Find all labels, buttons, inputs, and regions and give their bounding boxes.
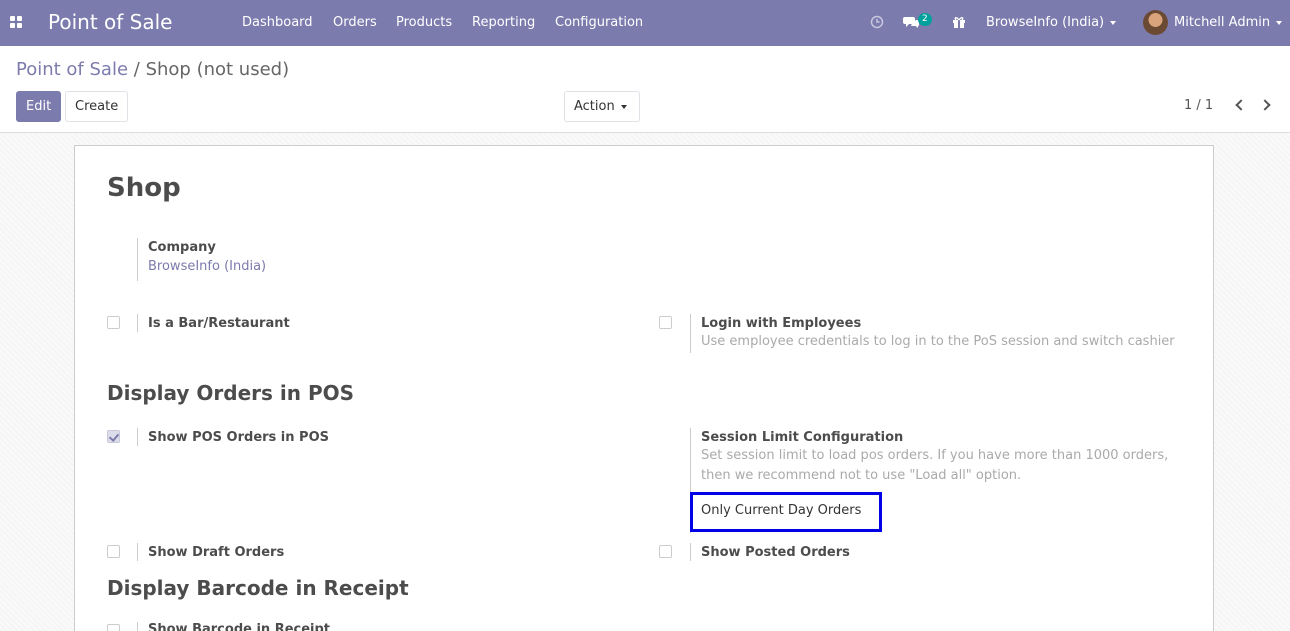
company-switcher[interactable]: BrowseInfo (India) bbox=[986, 15, 1117, 30]
field-divider bbox=[690, 543, 691, 561]
company-value-link[interactable]: BrowseInfo (India) bbox=[148, 259, 266, 274]
show-posted-orders-checkbox[interactable] bbox=[659, 545, 672, 558]
clock-icon[interactable] bbox=[870, 15, 884, 29]
pager-previous-button[interactable] bbox=[1233, 97, 1247, 113]
session-limit-help-line2: then we recommend not to use "Load all" … bbox=[701, 468, 1022, 483]
pager-value[interactable]: 1 / 1 bbox=[1184, 98, 1213, 113]
show-barcode-label: Show Barcode in Receipt bbox=[148, 622, 331, 631]
login-employees-help: Use employee credentials to log in to th… bbox=[701, 334, 1175, 349]
breadcrumb-separator: / bbox=[133, 59, 140, 80]
breadcrumb-parent[interactable]: Point of Sale bbox=[16, 59, 128, 80]
menu-reporting[interactable]: Reporting bbox=[472, 15, 535, 30]
field-divider bbox=[137, 543, 138, 561]
field-divider bbox=[137, 238, 138, 281]
field-divider bbox=[137, 428, 138, 446]
show-pos-orders-checkbox[interactable] bbox=[107, 430, 120, 443]
chevron-down-icon bbox=[1110, 20, 1117, 25]
session-limit-value[interactable]: Only Current Day Orders bbox=[701, 503, 861, 518]
show-posted-orders-label: Show Posted Orders bbox=[701, 545, 850, 560]
bar-restaurant-checkbox[interactable] bbox=[107, 316, 120, 329]
action-dropdown[interactable]: Action bbox=[564, 91, 640, 122]
action-dropdown-label: Action bbox=[574, 99, 615, 114]
session-limit-label: Session Limit Configuration bbox=[701, 430, 904, 445]
field-divider bbox=[137, 314, 138, 332]
breadcrumb-current: Shop (not used) bbox=[145, 59, 290, 80]
avatar[interactable] bbox=[1143, 10, 1168, 35]
chevron-down-icon bbox=[1276, 20, 1283, 25]
gift-icon[interactable] bbox=[952, 15, 966, 29]
show-barcode-checkbox[interactable] bbox=[107, 624, 120, 631]
edit-button[interactable]: Edit bbox=[16, 91, 62, 122]
chevron-down-icon bbox=[620, 104, 627, 109]
breadcrumb: Point of Sale / Shop (not used) bbox=[16, 59, 289, 80]
company-switcher-label: BrowseInfo (India) bbox=[986, 15, 1105, 30]
chevron-left-icon bbox=[1235, 99, 1247, 111]
apps-grid-icon[interactable] bbox=[10, 16, 23, 29]
menu-orders[interactable]: Orders bbox=[333, 15, 377, 30]
menu-products[interactable]: Products bbox=[396, 15, 452, 30]
chat-icon[interactable] bbox=[903, 15, 919, 29]
section-display-orders: Display Orders in POS bbox=[107, 381, 355, 405]
company-label: Company bbox=[148, 240, 216, 255]
user-menu[interactable]: Mitchell Admin bbox=[1174, 15, 1283, 30]
menu-configuration[interactable]: Configuration bbox=[555, 15, 643, 30]
pager-next-button[interactable] bbox=[1259, 97, 1274, 113]
app-title[interactable]: Point of Sale bbox=[48, 10, 172, 34]
field-divider bbox=[690, 314, 691, 353]
field-divider bbox=[137, 622, 138, 631]
login-employees-label: Login with Employees bbox=[701, 316, 862, 331]
session-limit-help-line1: Set session limit to load pos orders. If… bbox=[701, 448, 1169, 463]
record-title: Shop bbox=[107, 173, 181, 203]
user-name: Mitchell Admin bbox=[1174, 15, 1271, 30]
messages-badge: 2 bbox=[918, 13, 932, 26]
show-draft-orders-label: Show Draft Orders bbox=[148, 545, 285, 560]
login-employees-checkbox[interactable] bbox=[659, 316, 672, 329]
create-button[interactable]: Create bbox=[65, 91, 129, 122]
chevron-right-icon bbox=[1259, 99, 1271, 111]
menu-dashboard[interactable]: Dashboard bbox=[242, 15, 313, 30]
bar-restaurant-label: Is a Bar/Restaurant bbox=[148, 316, 290, 331]
top-navbar: Point of Sale Dashboard Orders Products … bbox=[0, 0, 1290, 46]
show-draft-orders-checkbox[interactable] bbox=[107, 545, 120, 558]
section-display-barcode: Display Barcode in Receipt bbox=[107, 576, 409, 600]
show-pos-orders-label: Show POS Orders in POS bbox=[148, 430, 329, 445]
